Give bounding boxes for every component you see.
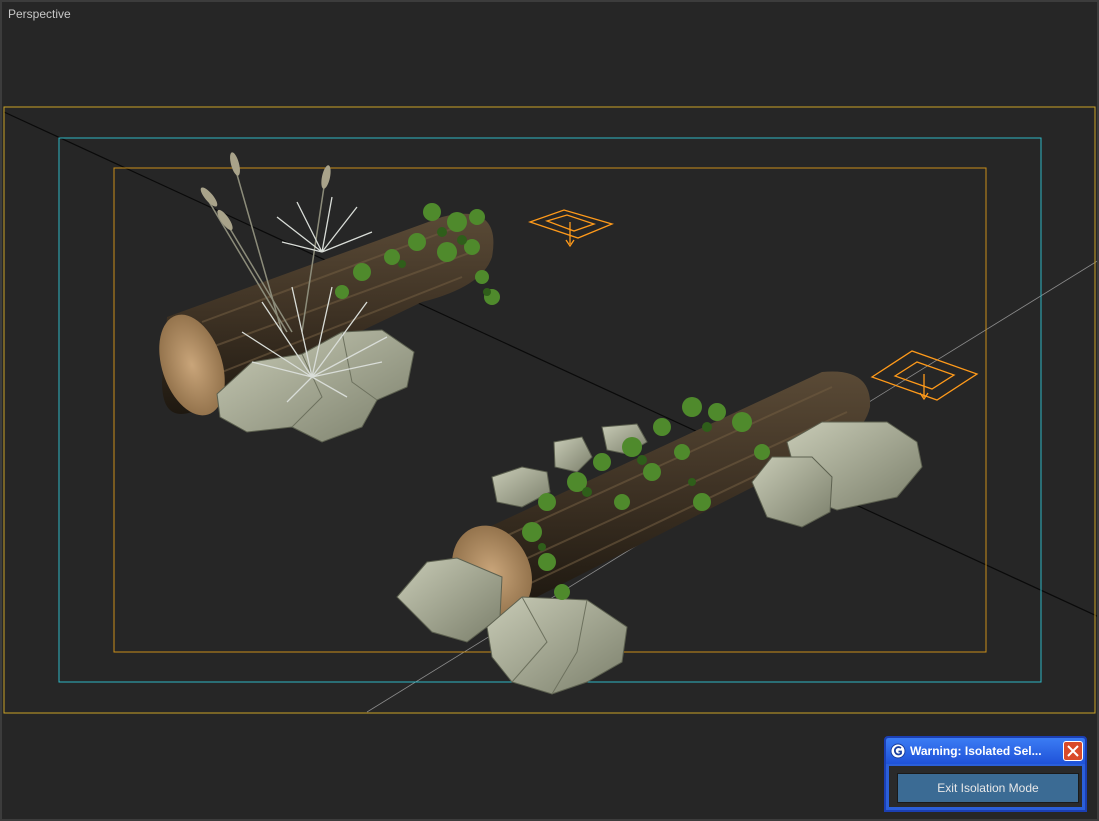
- perspective-viewport[interactable]: Perspective Warning: Isolated Sel... Exi…: [0, 0, 1099, 821]
- log-with-cattails-grass-ivy[interactable]: [147, 151, 500, 443]
- light-gizmo-2[interactable]: [870, 350, 979, 401]
- dialog-title: Warning: Isolated Sel...: [910, 744, 1042, 758]
- light-gizmo-1[interactable]: [527, 209, 614, 248]
- app-icon: [890, 743, 906, 759]
- scene-canvas[interactable]: [2, 2, 1099, 821]
- close-button[interactable]: [1063, 741, 1083, 761]
- isolation-warning-dialog[interactable]: Warning: Isolated Sel... Exit Isolation …: [884, 736, 1087, 812]
- dialog-body: Exit Isolation Mode: [889, 766, 1082, 807]
- log-with-ivy-and-rocks[interactable]: [396, 371, 923, 695]
- exit-isolation-mode-button[interactable]: Exit Isolation Mode: [897, 773, 1079, 803]
- close-icon: [1067, 745, 1079, 757]
- dialog-titlebar[interactable]: Warning: Isolated Sel...: [886, 738, 1085, 764]
